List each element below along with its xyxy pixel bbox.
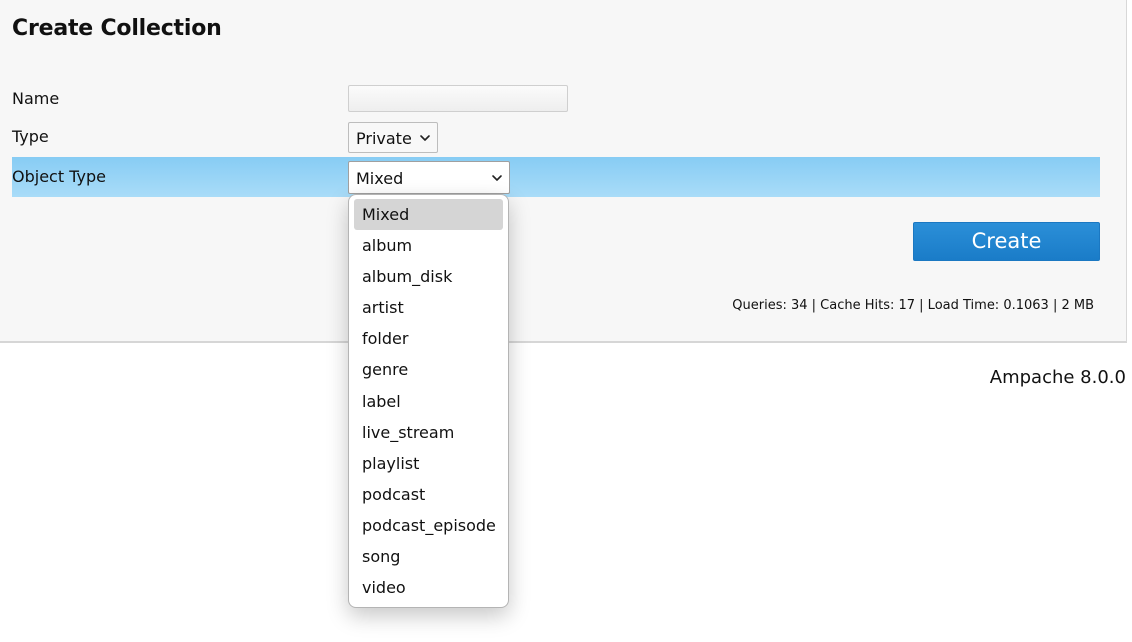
object-type-label: Object Type — [12, 167, 106, 186]
dropdown-option[interactable]: artist — [354, 292, 503, 323]
dropdown-option[interactable]: Mixed — [354, 199, 503, 231]
dropdown-option[interactable]: folder — [354, 323, 503, 354]
dropdown-option[interactable]: song — [354, 541, 503, 572]
dropdown-option[interactable]: live_stream — [354, 417, 503, 448]
dropdown-option[interactable]: label — [354, 386, 503, 417]
dropdown-option[interactable]: podcast — [354, 479, 503, 510]
dropdown-option[interactable]: genre — [354, 354, 503, 385]
dropdown-option[interactable]: album — [354, 230, 503, 261]
dropdown-option[interactable]: playlist — [354, 448, 503, 479]
chevron-down-icon — [420, 135, 430, 141]
create-button[interactable]: Create — [913, 222, 1100, 261]
object-type-row: Object Type — [12, 157, 1100, 197]
name-input[interactable] — [348, 85, 568, 112]
chevron-down-icon — [492, 175, 502, 181]
object-type-select-value: Mixed — [356, 169, 404, 188]
page-title: Create Collection — [12, 16, 222, 41]
page-stats: Queries: 34 | Cache Hits: 17 | Load Time… — [732, 298, 1094, 313]
dropdown-option[interactable]: podcast_episode — [354, 510, 503, 541]
type-select-value: Private — [356, 129, 412, 148]
object-type-dropdown-list: Mixed album album_disk artist folder genre lab… — [348, 194, 509, 608]
name-label: Name — [12, 89, 60, 108]
page: Create Collection Name Type Private Obje… — [0, 0, 1132, 642]
object-type-select[interactable]: Mixed — [348, 161, 510, 194]
dropdown-option[interactable]: album_disk — [354, 261, 503, 292]
type-select[interactable]: Private — [348, 122, 438, 153]
create-collection-panel: Create Collection Name Type Private Obje… — [0, 0, 1127, 343]
version-label: Ampache 8.0.0 — [989, 367, 1126, 388]
type-label: Type — [12, 127, 49, 146]
dropdown-option[interactable]: video — [354, 572, 503, 603]
